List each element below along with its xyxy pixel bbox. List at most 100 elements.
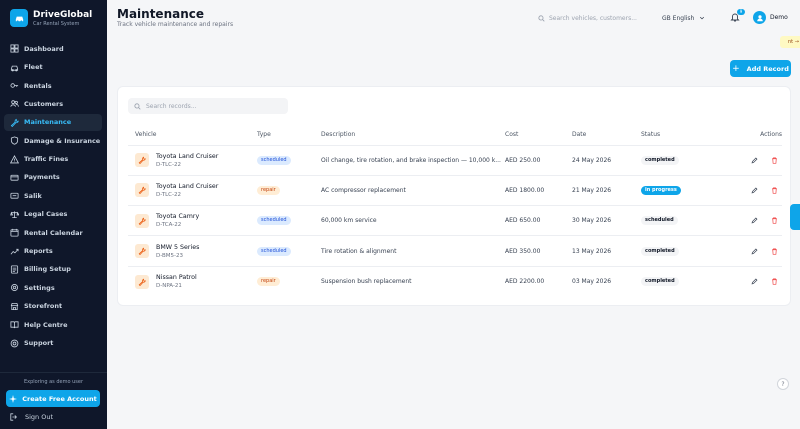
- sidebar-item-billing-setup[interactable]: Billing Setup: [4, 261, 102, 279]
- vehicle-name: BMW 5 Series: [156, 243, 200, 251]
- sidebar-item-label: Payments: [24, 173, 60, 182]
- car-logo-icon: [10, 9, 28, 27]
- edit-icon[interactable]: [750, 156, 758, 164]
- vehicle-name: Toyota Camry: [156, 213, 200, 221]
- sidebar-item-support[interactable]: Support: [4, 334, 102, 352]
- toll-icon: [9, 191, 19, 201]
- sidebar-item-label: Rental Calendar: [24, 228, 83, 237]
- sidebar-item-reports[interactable]: Reports: [4, 242, 102, 260]
- sidebar-item-legal-cases[interactable]: Legal Cases: [4, 206, 102, 224]
- edit-icon[interactable]: [750, 217, 758, 225]
- sidebar-item-traffic-fines[interactable]: Traffic Fines: [4, 150, 102, 168]
- column-header-status[interactable]: Status: [641, 125, 733, 146]
- type-badge: repair: [257, 277, 280, 287]
- announcement-chip[interactable]: nt →: [780, 36, 800, 48]
- table-row[interactable]: Nissan Patrol D-NPA-21 repair Suspension bu…: [128, 266, 782, 296]
- global-search[interactable]: Search vehicles, customers...: [532, 11, 656, 25]
- column-header-description[interactable]: Description: [321, 125, 505, 146]
- vehicle-plate: D-TLC-22: [156, 191, 181, 198]
- trash-icon[interactable]: [770, 247, 778, 255]
- sidebar-item-label: Legal Cases: [24, 210, 68, 219]
- brand-subtitle: Car Rental System: [33, 20, 80, 27]
- column-header-date[interactable]: Date: [572, 125, 641, 146]
- sidebar-item-help-centre[interactable]: Help Centre: [4, 316, 102, 334]
- language-select[interactable]: GB English: [662, 11, 720, 25]
- sidebar-item-settings[interactable]: Settings: [4, 279, 102, 297]
- wrench-icon: [135, 274, 149, 289]
- feedback-side-tab[interactable]: [790, 204, 800, 230]
- sidebar-item-dashboard[interactable]: Dashboard: [4, 40, 102, 58]
- trash-icon[interactable]: [770, 156, 778, 164]
- search-icon: [538, 14, 545, 22]
- edit-icon[interactable]: [750, 278, 758, 286]
- sidebar-item-label: Damage & Insurance: [24, 136, 101, 145]
- trash-icon[interactable]: [770, 217, 778, 225]
- language-value: GB English: [662, 14, 695, 22]
- column-header-vehicle[interactable]: Vehicle: [128, 125, 257, 146]
- sidebar-item-label: Help Centre: [24, 320, 68, 329]
- cost-cell: AED 350.00: [505, 235, 572, 267]
- wrench-icon: [135, 244, 149, 259]
- brand[interactable]: DriveGlobal Car Rental System: [10, 9, 92, 27]
- sidebar-item-payments[interactable]: Payments: [4, 169, 102, 187]
- records-search-input[interactable]: [146, 102, 276, 110]
- sidebar-item-salik[interactable]: Salik: [4, 187, 102, 205]
- sidebar-item-fleet[interactable]: Fleet: [4, 58, 102, 76]
- alert-icon: [9, 154, 19, 164]
- car-icon: [9, 62, 19, 72]
- help-button[interactable]: ?: [777, 378, 789, 390]
- description-cell: Tire rotation & alignment: [321, 235, 505, 267]
- table-row[interactable]: Toyota Camry D-TCA-22 scheduled 60,000 km s…: [128, 205, 782, 237]
- plus-icon: +: [732, 63, 740, 74]
- table-row[interactable]: Toyota Land Cruiser D-TLC-22 scheduled Oil …: [128, 145, 782, 176]
- sidebar-item-damage-insurance[interactable]: Damage & Insurance: [4, 132, 102, 150]
- vehicle-plate: D-TLC-22: [156, 161, 181, 168]
- search-icon: [134, 102, 141, 110]
- column-header-type[interactable]: Type: [257, 125, 321, 146]
- billing-icon: [9, 264, 19, 274]
- column-header-cost[interactable]: Cost: [505, 125, 572, 146]
- status-badge: completed: [641, 246, 679, 256]
- sidebar-item-customers[interactable]: Customers: [4, 95, 102, 113]
- gear-icon: [9, 283, 19, 293]
- support-icon: [9, 338, 19, 348]
- vehicle-plate: D-NPA-21: [156, 283, 182, 290]
- sidebar-item-storefront[interactable]: Storefront: [4, 297, 102, 315]
- sidebar-item-label: Rentals: [24, 81, 52, 90]
- sidebar-item-rentals[interactable]: Rentals: [4, 77, 102, 95]
- sidebar-item-rental-calendar[interactable]: Rental Calendar: [4, 224, 102, 242]
- divider: [0, 372, 107, 373]
- type-badge: scheduled: [257, 155, 291, 165]
- sidebar-item-label: Traffic Fines: [24, 155, 69, 164]
- global-search-placeholder: Search vehicles, customers...: [549, 14, 637, 22]
- add-record-button[interactable]: + Add Record: [730, 60, 791, 77]
- table-row[interactable]: BMW 5 Series D-BM5-23 scheduled Tire rotati…: [128, 235, 782, 267]
- sign-out-link[interactable]: Sign Out: [10, 413, 53, 421]
- table-row[interactable]: Toyota Land Cruiser D-TLC-22 repair AC comp…: [128, 175, 782, 207]
- records-search[interactable]: [128, 98, 288, 114]
- sidebar-item-label: Maintenance: [24, 118, 72, 127]
- sidebar-item-maintenance[interactable]: Maintenance: [4, 113, 102, 132]
- edit-icon[interactable]: [750, 247, 758, 255]
- vehicle-name: Toyota Land Cruiser: [156, 182, 219, 190]
- edit-icon[interactable]: [750, 186, 758, 194]
- vehicle-name: Nissan Patrol: [156, 274, 197, 282]
- status-badge: scheduled: [641, 216, 678, 226]
- logout-icon: [10, 413, 17, 421]
- status-badge: completed: [641, 155, 679, 165]
- avatar[interactable]: [753, 11, 766, 24]
- sidebar-item-label: Reports: [24, 247, 53, 256]
- trash-icon[interactable]: [770, 278, 778, 286]
- cost-cell: AED 250.00: [505, 145, 572, 176]
- create-account-button[interactable]: Create Free Account: [6, 390, 100, 407]
- status-badge: in progress: [641, 185, 681, 195]
- user-name[interactable]: Demo: [770, 14, 788, 21]
- wrench-icon: [135, 183, 149, 198]
- trash-icon[interactable]: [770, 186, 778, 194]
- date-cell: 30 May 2026: [572, 205, 641, 237]
- chevron-down-icon: [700, 16, 705, 20]
- page-title: Maintenance: [117, 7, 205, 21]
- demo-note: Exploring as demo user: [23, 379, 84, 385]
- sign-out-label: Sign Out: [25, 413, 54, 421]
- type-badge: scheduled: [257, 246, 291, 256]
